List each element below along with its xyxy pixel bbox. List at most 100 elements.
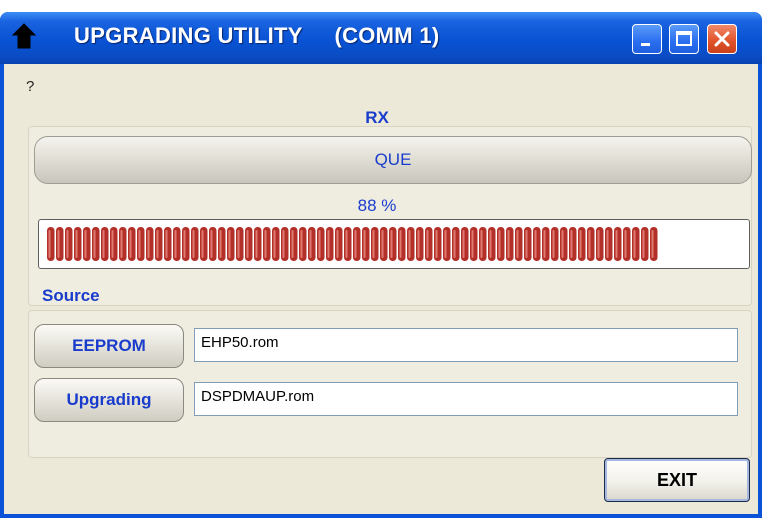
progress-segment-highlight — [237, 230, 240, 258]
progress-segment — [452, 227, 460, 261]
progress-segment — [290, 227, 298, 261]
upgrading-file-field[interactable]: DSPDMAUP.rom — [194, 382, 738, 416]
progress-segment — [551, 227, 559, 261]
progress-segment-highlight — [219, 230, 222, 258]
progress-segment — [209, 227, 217, 261]
progress-segment-highlight — [192, 230, 195, 258]
progress-segment-highlight — [264, 230, 267, 258]
progress-segment-highlight — [489, 230, 492, 258]
progress-bar — [38, 219, 750, 269]
progress-segment — [191, 227, 199, 261]
progress-segment-highlight — [615, 230, 618, 258]
progress-segment-highlight — [300, 230, 303, 258]
upgrading-button[interactable]: Upgrading — [34, 378, 184, 422]
progress-segment — [245, 227, 253, 261]
progress-segment — [326, 227, 334, 261]
close-icon — [714, 31, 730, 47]
progress-segment — [506, 227, 514, 261]
progress-segment — [524, 227, 532, 261]
title-bar[interactable]: UPGRADING UTILITY (COMM 1) — [0, 12, 762, 64]
progress-segment-highlight — [633, 230, 636, 258]
progress-segment-highlight — [156, 230, 159, 258]
progress-segment — [65, 227, 73, 261]
progress-segment-highlight — [66, 230, 69, 258]
progress-segment-highlight — [552, 230, 555, 258]
progress-segment — [353, 227, 361, 261]
close-button[interactable] — [707, 24, 737, 54]
progress-segment-highlight — [399, 230, 402, 258]
progress-segment — [407, 227, 415, 261]
progress-segment — [182, 227, 190, 261]
minimize-button[interactable] — [632, 24, 662, 54]
progress-segment-highlight — [498, 230, 501, 258]
maximize-icon — [676, 31, 692, 46]
progress-segment — [425, 227, 433, 261]
progress-segment-highlight — [651, 230, 654, 258]
progress-segment — [470, 227, 478, 261]
progress-segment — [56, 227, 64, 261]
progress-segment — [137, 227, 145, 261]
eeprom-file-field[interactable]: EHP50.rom — [194, 328, 738, 362]
progress-segment — [227, 227, 235, 261]
rx-title: RX — [365, 108, 389, 127]
progress-segment — [128, 227, 136, 261]
progress-segment — [92, 227, 100, 261]
progress-segment — [632, 227, 640, 261]
rx-status-bar: QUE — [34, 136, 752, 184]
progress-segment-highlight — [408, 230, 411, 258]
progress-segment — [299, 227, 307, 261]
progress-segment — [533, 227, 541, 261]
menu-help[interactable]: ? — [26, 78, 34, 95]
exit-button[interactable]: EXIT — [604, 458, 750, 502]
progress-segment — [488, 227, 496, 261]
progress-segment — [119, 227, 127, 261]
progress-segment-highlight — [120, 230, 123, 258]
progress-segment — [650, 227, 658, 261]
progress-segment-highlight — [174, 230, 177, 258]
progress-segment-highlight — [318, 230, 321, 258]
progress-segment-highlight — [336, 230, 339, 258]
progress-segment-highlight — [507, 230, 510, 258]
progress-segment-highlight — [354, 230, 357, 258]
progress-segment-highlight — [345, 230, 348, 258]
progress-segment — [281, 227, 289, 261]
progress-segment-highlight — [246, 230, 249, 258]
progress-segment-highlight — [75, 230, 78, 258]
progress-segment-highlight — [282, 230, 285, 258]
progress-segment-highlight — [147, 230, 150, 258]
progress-segment-highlight — [570, 230, 573, 258]
progress-segment — [308, 227, 316, 261]
progress-segment — [236, 227, 244, 261]
progress-segment-highlight — [309, 230, 312, 258]
progress-segment-highlight — [273, 230, 276, 258]
progress-segment — [164, 227, 172, 261]
progress-segment — [47, 227, 55, 261]
progress-segment — [272, 227, 280, 261]
progress-segment — [515, 227, 523, 261]
progress-segment — [479, 227, 487, 261]
progress-segment-highlight — [606, 230, 609, 258]
progress-segment — [371, 227, 379, 261]
progress-segment — [263, 227, 271, 261]
progress-segment — [146, 227, 154, 261]
source-title: Source — [42, 286, 100, 305]
progress-segment — [560, 227, 568, 261]
eeprom-button[interactable]: EEPROM — [34, 324, 184, 368]
progress-segment — [101, 227, 109, 261]
minimize-icon — [641, 43, 650, 46]
progress-segment-highlight — [471, 230, 474, 258]
progress-segment-highlight — [93, 230, 96, 258]
progress-segment — [74, 227, 82, 261]
progress-segment-highlight — [111, 230, 114, 258]
progress-segment-highlight — [642, 230, 645, 258]
progress-segment-highlight — [291, 230, 294, 258]
progress-segment-highlight — [363, 230, 366, 258]
progress-segment — [317, 227, 325, 261]
progress-segment — [389, 227, 397, 261]
progress-percent: 88 % — [357, 196, 397, 215]
progress-segment — [200, 227, 208, 261]
progress-segment — [542, 227, 550, 261]
progress-segment-highlight — [435, 230, 438, 258]
progress-segment — [416, 227, 424, 261]
maximize-button[interactable] — [669, 24, 699, 54]
